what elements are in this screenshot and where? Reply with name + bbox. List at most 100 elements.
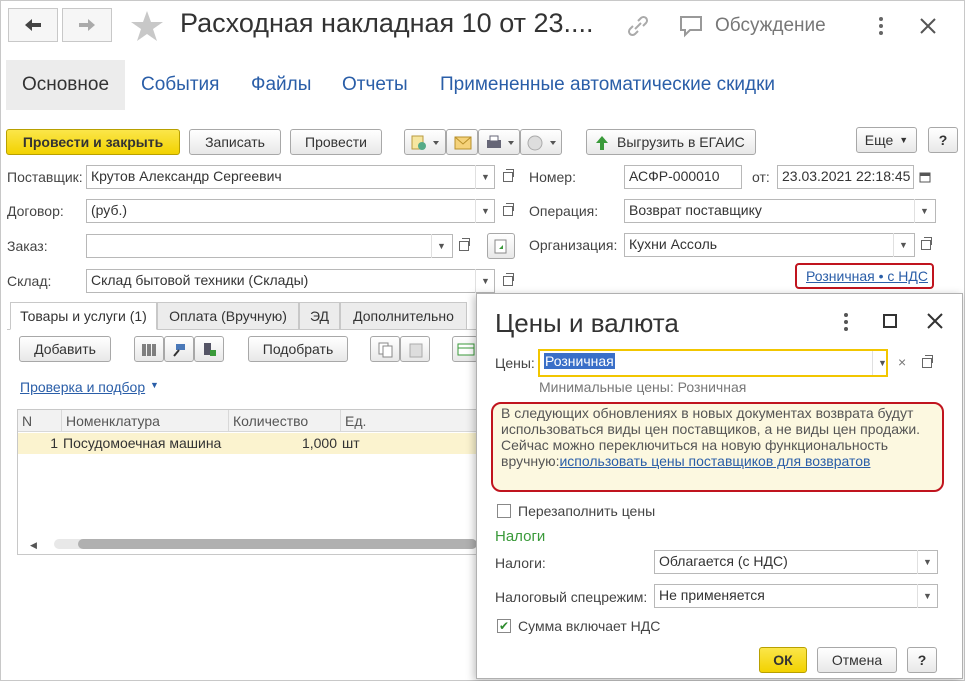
column-divider: [61, 410, 62, 432]
document-add-icon: [411, 135, 439, 150]
taxes-field[interactable]: Облагается (с НДС): [654, 550, 938, 574]
tab-goods[interactable]: Товары и услуги (1): [10, 302, 157, 330]
page-title: Расходная накладная 10 от 23....: [180, 8, 594, 38]
prices-clear-icon[interactable]: ×: [898, 354, 906, 370]
organization-label: Организация:: [529, 237, 618, 253]
refill-prices-checkbox[interactable]: [497, 504, 511, 518]
contract-dropdown-icon[interactable]: ▼: [475, 199, 495, 223]
row-number: 1: [50, 435, 58, 451]
more-vertical-icon[interactable]: [876, 14, 886, 38]
supplier-dropdown-icon[interactable]: ▼: [475, 165, 495, 189]
tab-main[interactable]: Основное: [6, 60, 125, 110]
contract-label: Договор:: [7, 203, 64, 219]
order-dropdown-icon[interactable]: ▼: [431, 234, 451, 258]
price-settings-link[interactable]: Розничная • с НДС: [806, 268, 928, 284]
tab-files[interactable]: Файлы: [251, 60, 311, 110]
tax-regime-dropdown-icon[interactable]: ▼: [917, 584, 937, 608]
operation-dropdown-icon[interactable]: ▼: [914, 199, 934, 223]
notice-text-block: В следующих обновлениях в новых документ…: [501, 405, 925, 469]
table-edit-icon: [457, 343, 475, 356]
scrollbar-thumb[interactable]: [78, 539, 477, 549]
operation-label: Операция:: [529, 203, 599, 219]
tab-ed[interactable]: ЭД: [299, 302, 340, 330]
more-label: Еще: [864, 132, 894, 148]
copy-icon: [378, 342, 393, 358]
taxes-dropdown-icon[interactable]: ▼: [917, 550, 937, 574]
terminal-icon: [204, 343, 216, 356]
organization-field[interactable]: Кухни Ассоль: [624, 233, 915, 257]
refill-prices-label: Перезаполнить цены: [518, 503, 656, 519]
create-based-button[interactable]: [404, 129, 446, 155]
star-icon[interactable]: [130, 10, 164, 45]
tab-reports[interactable]: Отчеты: [342, 60, 408, 110]
cancel-button[interactable]: Отмена: [817, 647, 897, 673]
vat-included-label: Сумма включает НДС: [518, 618, 661, 634]
operation-field[interactable]: Возврат поставщику: [624, 199, 936, 223]
dialog-maximize-icon[interactable]: [883, 314, 897, 328]
prices-currency-dialog: Цены и валюта Цены: Розничная ▼ × Минима…: [476, 293, 963, 679]
check-link-chevron-icon[interactable]: ▼: [150, 380, 159, 390]
discussion-icon[interactable]: [678, 14, 704, 41]
prices-open-icon[interactable]: [916, 351, 938, 375]
extra-tool-button[interactable]: [452, 336, 478, 362]
warehouse-field[interactable]: Склад бытовой техники (Склады): [86, 269, 495, 293]
use-supplier-prices-link[interactable]: использовать цены поставщиков для возвра…: [559, 453, 870, 469]
prices-field[interactable]: Розничная: [538, 349, 888, 377]
check-and-pick-link[interactable]: Проверка и подбор: [20, 379, 145, 395]
paste-button[interactable]: [400, 336, 430, 362]
post-button[interactable]: Провести: [290, 129, 382, 155]
prices-value: Розничная: [544, 353, 615, 369]
dialog-close-icon[interactable]: [926, 312, 944, 330]
add-item-button[interactable]: Добавить: [19, 336, 111, 362]
order-open-icon[interactable]: [453, 234, 475, 258]
tax-regime-field[interactable]: Не применяется: [654, 584, 938, 608]
print-button[interactable]: [478, 129, 520, 155]
dialog-help-button[interactable]: ?: [907, 647, 937, 673]
barcode-icon: [142, 344, 156, 356]
tab-payment[interactable]: Оплата (Вручную): [157, 302, 299, 330]
calendar-icon[interactable]: [914, 165, 936, 189]
scanner-button[interactable]: [164, 336, 194, 362]
supplier-field[interactable]: Крутов Александр Сергеевич: [86, 165, 495, 189]
warehouse-dropdown-icon[interactable]: ▼: [475, 269, 495, 293]
dialog-more-icon[interactable]: [842, 311, 850, 333]
barcode-button[interactable]: [134, 336, 164, 362]
pick-items-button[interactable]: Подобрать: [248, 336, 348, 362]
organization-open-icon[interactable]: [915, 233, 937, 257]
date-field[interactable]: 23.03.2021 22:18:45: [777, 165, 914, 189]
warehouse-open-icon[interactable]: [497, 269, 519, 293]
order-field[interactable]: [86, 234, 453, 258]
tab-discounts[interactable]: Примененные автоматические скидки: [440, 60, 775, 110]
vat-included-checkbox[interactable]: ✔: [497, 619, 511, 633]
contract-field[interactable]: (руб.): [86, 199, 495, 223]
upload-arrow-icon: [596, 136, 608, 150]
data-collector-button[interactable]: [194, 336, 224, 362]
more-button[interactable]: Еще ▼: [856, 127, 917, 153]
ok-button[interactable]: ОК: [759, 647, 807, 673]
organization-dropdown-icon[interactable]: ▼: [893, 233, 913, 257]
prices-dropdown-icon[interactable]: ▼: [872, 351, 892, 375]
email-button[interactable]: [446, 129, 478, 155]
supplier-open-icon[interactable]: [497, 165, 519, 189]
column-unit-header: Ед.: [345, 413, 367, 429]
row-unit: шт: [342, 435, 360, 451]
order-fill-button[interactable]: [487, 233, 515, 259]
tab-additional[interactable]: Дополнительно: [340, 302, 467, 330]
scroll-left-icon[interactable]: ◀: [30, 540, 37, 551]
close-icon[interactable]: [916, 14, 940, 41]
upload-egais-button[interactable]: Выгрузить в ЕГАИС: [586, 129, 756, 155]
column-qty-header: Количество: [233, 413, 309, 429]
column-name-header: Номенклатура: [66, 413, 160, 429]
forward-button[interactable]: [62, 8, 112, 42]
tab-events[interactable]: События: [141, 60, 219, 110]
status-button[interactable]: [520, 129, 562, 155]
post-and-close-button[interactable]: Провести и закрыть: [6, 129, 180, 155]
help-button[interactable]: ?: [928, 127, 958, 153]
save-button[interactable]: Записать: [189, 129, 281, 155]
back-button[interactable]: [8, 8, 58, 42]
contract-open-icon[interactable]: [497, 199, 519, 223]
copy-button[interactable]: [370, 336, 400, 362]
link-icon[interactable]: [626, 14, 650, 41]
discussion-label[interactable]: Обсуждение: [715, 15, 826, 37]
number-field[interactable]: АСФР-000010: [624, 165, 742, 189]
